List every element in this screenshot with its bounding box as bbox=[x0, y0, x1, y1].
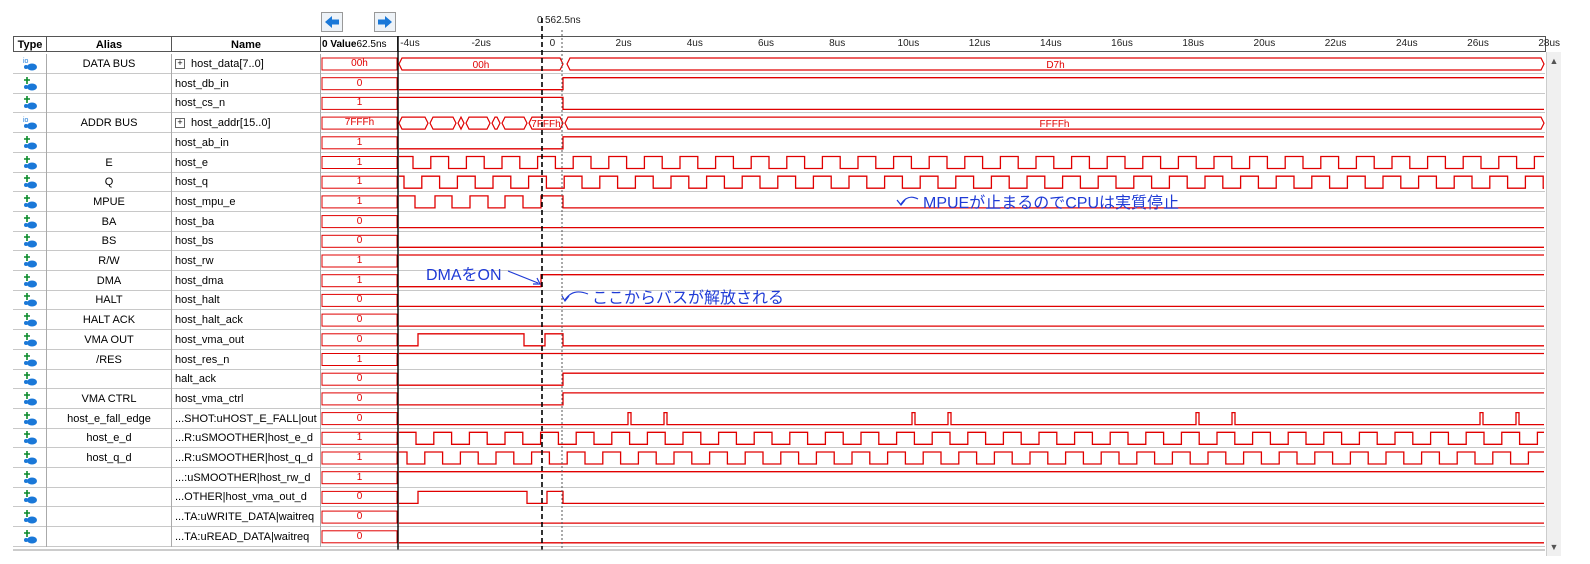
value-cell-box bbox=[321, 215, 398, 229]
bus-value-label: 7FFFh bbox=[531, 119, 560, 130]
value-cell-box bbox=[321, 490, 398, 504]
signal-waveform bbox=[399, 136, 1544, 150]
value-cell-box bbox=[321, 195, 398, 209]
signal-waveform bbox=[399, 372, 1544, 386]
value-cell-box bbox=[321, 116, 398, 130]
signal-waveform bbox=[399, 411, 1544, 426]
bus-segment bbox=[398, 116, 429, 130]
value-cell-box bbox=[321, 392, 398, 406]
value-cell-box bbox=[321, 431, 398, 445]
value-cell-box bbox=[321, 156, 398, 169]
signal-waveform bbox=[399, 333, 1544, 347]
value-cell-box bbox=[321, 372, 398, 386]
vertical-scrollbar[interactable]: ▲ ▼ bbox=[1546, 52, 1561, 556]
signal-waveform bbox=[399, 155, 1544, 170]
mpue-arrow bbox=[900, 196, 919, 205]
scroll-up-icon[interactable]: ▲ bbox=[1547, 54, 1561, 68]
scroll-down-icon[interactable]: ▼ bbox=[1547, 540, 1561, 554]
value-cell-box bbox=[321, 254, 398, 268]
bus-segment bbox=[491, 116, 501, 130]
signal-waveform bbox=[399, 431, 1544, 445]
value-cell-box bbox=[321, 175, 398, 189]
bus-value-label: FFFFh bbox=[1040, 119, 1070, 130]
signal-waveform bbox=[399, 274, 1544, 288]
value-cell-box bbox=[321, 77, 398, 91]
value-cell-box bbox=[321, 274, 398, 288]
value-cell-box bbox=[321, 57, 398, 71]
mpue-arrowhead bbox=[896, 199, 906, 206]
waveform-canvas[interactable]: 00h D7h 7FFFh FFFFh bbox=[0, 0, 1590, 564]
value-cell-box bbox=[321, 510, 398, 524]
value-cell-box bbox=[321, 234, 398, 248]
signal-waveform bbox=[399, 96, 1544, 111]
value-cell-box bbox=[321, 353, 398, 366]
value-cell-box bbox=[321, 530, 398, 544]
value-cell-box bbox=[321, 293, 398, 307]
value-cell-box bbox=[321, 96, 398, 110]
signal-waveform bbox=[399, 392, 1544, 406]
dma-annotation: DMAをON bbox=[426, 267, 502, 284]
value-cell-box bbox=[321, 412, 398, 426]
signal-waveform bbox=[399, 490, 1544, 505]
bus-segment bbox=[457, 115, 465, 131]
value-cell-box bbox=[321, 451, 398, 465]
signal-waveform bbox=[399, 77, 1544, 91]
signal-waveform bbox=[399, 451, 1544, 465]
bus-release-annotation: ここからバスが解放される bbox=[592, 290, 785, 307]
bus-value-label: 00h bbox=[473, 60, 490, 71]
bus-value-label: D7h bbox=[1046, 60, 1064, 71]
value-cell-box bbox=[321, 333, 398, 347]
mpue-annotation: MPUEが止まるのでCPUは実質停止 bbox=[923, 195, 1180, 212]
signal-waveform bbox=[399, 175, 1544, 189]
bus-segment bbox=[465, 116, 491, 130]
value-cell-box bbox=[321, 313, 398, 327]
value-cell-box bbox=[321, 136, 398, 150]
bus-segment bbox=[429, 116, 457, 130]
bus-segment bbox=[501, 116, 528, 130]
value-cell-box bbox=[321, 471, 398, 485]
dma-arrow bbox=[507, 270, 539, 284]
